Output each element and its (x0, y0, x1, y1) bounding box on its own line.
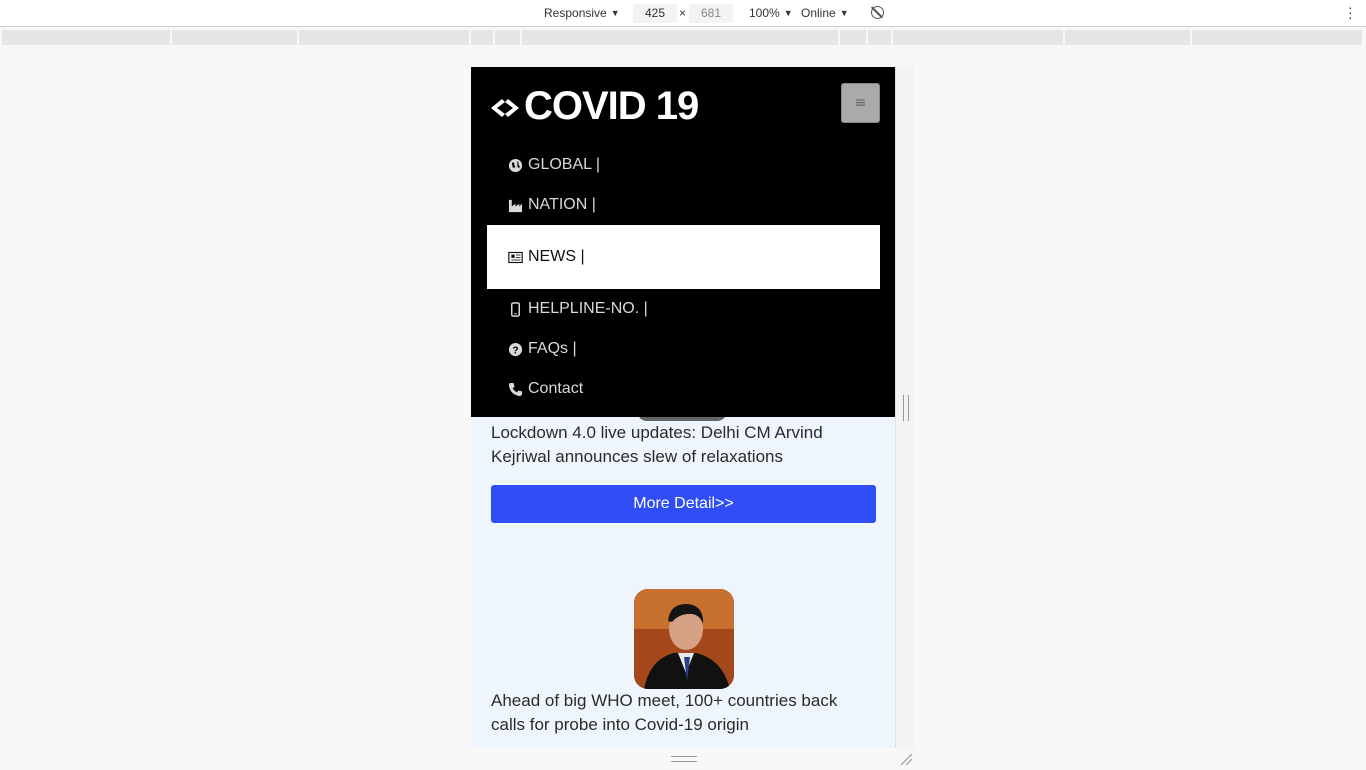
nav-item-label: Contact (528, 380, 584, 397)
media-query-bar (2, 30, 1364, 45)
media-query-segment[interactable] (522, 30, 838, 45)
navbar-toggler-button[interactable]: ≡ (841, 83, 880, 123)
chevron-down-icon: ▼ (783, 8, 793, 18)
globe-icon (507, 157, 523, 173)
nav-item-news[interactable]: NEWS | (487, 225, 880, 289)
nav-item-global[interactable]: GLOBAL | (487, 145, 880, 185)
network-label: Online (801, 6, 836, 20)
devtools-device-toolbar: Responsive ▼ 425 × 681 100% ▼ Online ▼ ·… (0, 0, 1366, 27)
mobile-icon (507, 301, 523, 317)
news-photo (634, 589, 734, 689)
news-headline: Lockdown 4.0 live updates: Delhi CM Arvi… (491, 423, 823, 466)
chevron-down-icon: ▼ (839, 8, 849, 18)
network-throttle-select[interactable]: Online ▼ (801, 6, 849, 20)
nav-item-nation[interactable]: NATION | (487, 185, 880, 225)
media-query-segment[interactable] (299, 30, 469, 45)
media-query-segment[interactable] (2, 30, 170, 45)
newspaper-icon (507, 249, 523, 265)
chevron-down-icon: ▼ (610, 8, 620, 18)
nav-item-label: NEWS | (528, 248, 585, 265)
media-query-segment[interactable] (495, 30, 520, 45)
width-input[interactable]: 425 (633, 4, 677, 23)
resize-corner-icon[interactable] (899, 751, 913, 766)
height-input[interactable]: 681 (689, 4, 733, 23)
media-query-segment[interactable] (172, 30, 297, 45)
media-query-segment[interactable] (893, 30, 1063, 45)
nav-item-helpline[interactable]: HELPLINE-NO. | (487, 289, 880, 329)
zoom-select[interactable]: 100% ▼ (749, 6, 793, 20)
media-query-segment[interactable] (868, 30, 891, 45)
rotate-icon[interactable] (871, 6, 884, 19)
nav-item-faqs[interactable]: ? FAQs | (487, 329, 880, 369)
device-select[interactable]: Responsive ▼ (544, 6, 620, 20)
question-circle-icon: ? (507, 341, 523, 357)
resize-handle-right[interactable] (903, 395, 909, 421)
resize-handle-bottom[interactable] (671, 756, 697, 762)
more-options-icon[interactable]: · · · (1348, 0, 1353, 24)
nav-item-label: HELPLINE-NO. | (528, 300, 648, 317)
svg-text:?: ? (512, 345, 518, 356)
hamburger-icon: ≡ (854, 95, 867, 111)
nav-menu: GLOBAL | NATION | NEWS | HELPLINE-NO. | (487, 145, 880, 409)
device-viewport: COVID 19 ≡ GLOBAL | NATION | NEWS | HELP… (471, 67, 896, 748)
nav-item-contact[interactable]: Contact (487, 369, 880, 409)
zoom-label: 100% (749, 6, 780, 20)
nav-item-label: GLOBAL | (528, 156, 601, 173)
news-headline: Ahead of big WHO meet, 100+ countries ba… (491, 691, 838, 734)
brand-logo[interactable]: COVID 19 (488, 84, 699, 129)
media-query-segment[interactable] (1192, 30, 1362, 45)
more-detail-button[interactable]: More Detail>> (491, 485, 876, 523)
brand-text: COVID 19 (524, 84, 699, 128)
navbar: COVID 19 ≡ GLOBAL | NATION | NEWS | HELP… (471, 67, 895, 417)
code-brackets-icon (488, 90, 522, 124)
media-query-segment[interactable] (1065, 30, 1190, 45)
industry-icon (507, 197, 523, 213)
media-query-segment[interactable] (471, 30, 493, 45)
nav-item-label: FAQs | (528, 340, 577, 357)
nav-item-label: NATION | (528, 196, 596, 213)
phone-icon (507, 381, 523, 397)
dimension-separator: × (679, 6, 687, 20)
news-card: Lockdown 4.0 live updates: Delhi CM Arvi… (491, 421, 876, 469)
device-select-label: Responsive (544, 6, 607, 20)
media-query-segment[interactable] (840, 30, 866, 45)
news-card: Ahead of big WHO meet, 100+ countries ba… (491, 689, 876, 737)
